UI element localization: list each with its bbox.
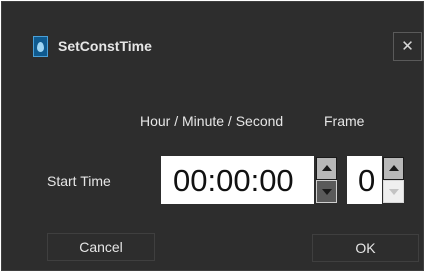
chevron-down-icon	[322, 189, 332, 195]
chevron-up-icon	[389, 165, 399, 171]
start-time-input[interactable]: 00:00:00	[161, 156, 314, 204]
drop-shape	[37, 42, 44, 52]
frame-decrement-button[interactable]	[383, 180, 404, 203]
cancel-button[interactable]: Cancel	[47, 233, 155, 261]
time-increment-button[interactable]	[316, 157, 337, 180]
window-title: SetConstTime	[58, 38, 152, 54]
ok-button[interactable]: OK	[312, 234, 419, 262]
set-const-time-dialog: SetConstTime ✕ Hour / Minute / Second Fr…	[1, 1, 424, 271]
time-decrement-button[interactable]	[316, 180, 337, 203]
chevron-up-icon	[322, 165, 332, 171]
frame-increment-button[interactable]	[383, 157, 404, 180]
frame-input[interactable]: 0	[347, 156, 382, 204]
close-button[interactable]: ✕	[393, 32, 422, 61]
chevron-down-icon	[389, 189, 399, 195]
frame-column-header: Frame	[324, 113, 365, 129]
start-time-label: Start Time	[47, 173, 111, 189]
time-column-header: Hour / Minute / Second	[140, 113, 284, 129]
app-drop-icon	[33, 36, 48, 57]
